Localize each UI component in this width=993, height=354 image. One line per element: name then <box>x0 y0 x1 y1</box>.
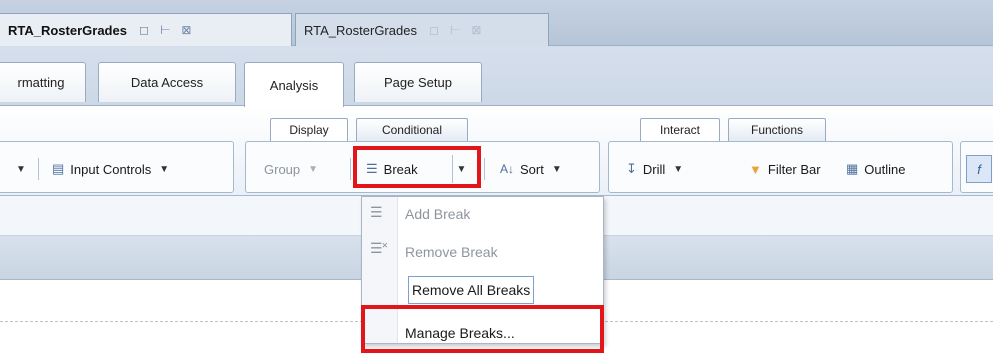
toolbar-separator <box>484 158 485 180</box>
group-button[interactable]: Group ▼ <box>264 155 318 183</box>
remove-break-icon: ☰˟ <box>370 240 388 256</box>
toolbar-separator <box>350 158 351 180</box>
tab-interact[interactable]: Interact <box>640 118 720 141</box>
tab-label: Data Access <box>130 75 204 90</box>
group-tab-label: Functions <box>750 123 804 137</box>
input-controls-icon: ▤ <box>52 161 65 176</box>
chevron-down-icon: ▼ <box>159 163 170 175</box>
group-tab-label: Conditional <box>381 123 443 137</box>
input-controls-label: Input Controls <box>70 161 152 177</box>
close-icon[interactable]: ⊠ <box>471 23 481 37</box>
tab-display[interactable]: Display <box>270 118 348 141</box>
close-icon[interactable]: ⊠ <box>181 23 191 37</box>
sort-button[interactable]: A↓ Sort ▼ <box>500 155 562 183</box>
left-dropdown-button[interactable]: ▼ <box>8 155 26 183</box>
menu-item-remove-all-breaks[interactable]: Remove All Breaks <box>408 276 535 304</box>
tab-label: Analysis <box>269 77 319 93</box>
chevron-down-icon: ▼ <box>551 163 562 175</box>
pin-icon[interactable]: ⊢ <box>450 23 460 37</box>
group-tab-label: Display <box>289 123 329 137</box>
formula-icon: f <box>977 161 981 177</box>
sort-az-icon: A↓ <box>500 162 515 176</box>
tab-label: rmatting <box>17 75 65 90</box>
outline-button[interactable]: ▦ Outline <box>846 155 906 183</box>
menu-item-remove-break[interactable]: Remove Break <box>405 238 498 266</box>
menu-item-label: Add Break <box>405 206 471 222</box>
tab-page-setup[interactable]: Page Setup <box>354 62 482 102</box>
menu-item-label: Remove Break <box>405 244 498 260</box>
pin-icon[interactable]: ⊢ <box>160 23 170 37</box>
chevron-down-icon: ▼ <box>16 163 26 175</box>
tab-data-access[interactable]: Data Access <box>98 62 236 102</box>
group-label: Group <box>264 161 301 177</box>
tab-functions[interactable]: Functions <box>728 118 826 141</box>
outline-label: Outline <box>864 161 906 177</box>
menu-item-add-break[interactable]: Add Break <box>405 200 470 228</box>
formula-button[interactable]: f <box>966 155 992 183</box>
sort-label: Sort <box>520 161 544 177</box>
group-tab-label: Interact <box>659 123 701 137</box>
tab-label: Page Setup <box>384 75 452 90</box>
filter-bar-button[interactable]: ▼ Filter Bar <box>749 155 821 183</box>
document-tab-inactive[interactable]: RTA_RosterGrades ◻ ⊢ ⊠ <box>295 13 549 46</box>
restore-window-icon[interactable]: ◻ <box>139 23 149 37</box>
manage-breaks-highlight-box <box>361 305 604 353</box>
document-tab-active[interactable]: RTA_RosterGrades ◻ ⊢ ⊠ <box>0 13 292 46</box>
drill-icon: ↧ <box>626 161 637 176</box>
restore-window-icon[interactable]: ◻ <box>429 23 439 37</box>
add-break-icon: ☰ <box>370 204 383 220</box>
tab-formatting[interactable]: rmatting <box>0 62 86 102</box>
chevron-down-icon: ▼ <box>673 163 684 175</box>
document-tab-label: RTA_RosterGrades <box>304 22 417 38</box>
chevron-down-icon: ▼ <box>308 163 319 175</box>
document-tab-label: RTA_RosterGrades <box>8 22 127 38</box>
filter-bar-label: Filter Bar <box>767 161 821 177</box>
funnel-icon: ▼ <box>749 161 762 177</box>
break-highlight-box <box>353 146 481 188</box>
input-controls-button[interactable]: ▤ Input Controls ▼ <box>52 155 169 183</box>
toolbar-separator <box>38 158 39 180</box>
tab-analysis[interactable]: Analysis <box>244 62 344 107</box>
drill-label: Drill <box>642 161 666 177</box>
outline-icon: ▦ <box>846 161 859 176</box>
menu-item-label: Remove All Breaks <box>412 282 531 298</box>
tab-conditional[interactable]: Conditional <box>356 118 468 141</box>
drill-button[interactable]: ↧ Drill ▼ <box>626 155 683 183</box>
